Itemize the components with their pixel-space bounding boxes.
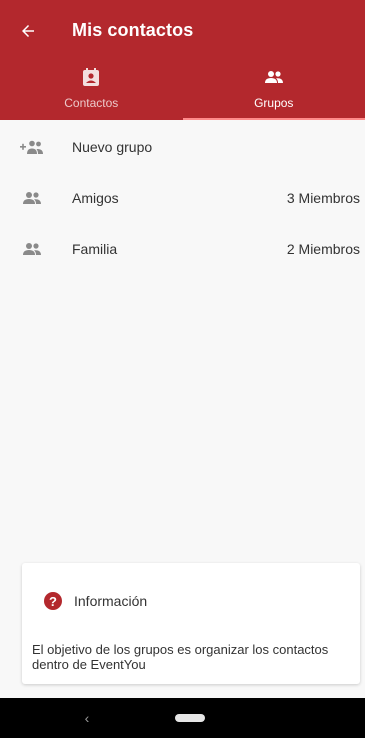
group-list: Nuevo grupo Amigos 3 Miembros Familia 2 … bbox=[0, 121, 365, 274]
info-title: Información bbox=[74, 593, 148, 609]
nav-home-button[interactable] bbox=[175, 714, 205, 722]
system-nav-bar: ‹ bbox=[0, 698, 365, 738]
group-icon bbox=[20, 188, 44, 208]
tab-grupos-label: Grupos bbox=[254, 96, 294, 110]
group-icon bbox=[20, 239, 44, 259]
group-row-amigos[interactable]: Amigos 3 Miembros bbox=[0, 172, 365, 223]
nav-back-button[interactable]: ‹ bbox=[80, 710, 94, 726]
help-circle-icon: ? bbox=[44, 592, 62, 610]
group-row-familia[interactable]: Familia 2 Miembros bbox=[0, 223, 365, 274]
tab-contactos-label: Contactos bbox=[64, 96, 119, 110]
new-group-label: Nuevo grupo bbox=[72, 138, 153, 155]
group-member-count: 3 Miembros bbox=[286, 189, 360, 206]
page-title: Mis contactos bbox=[72, 20, 194, 40]
arrow-left-icon bbox=[22, 25, 34, 37]
info-card: ? Información El objetivo de los grupos … bbox=[22, 563, 360, 684]
info-text: El objetivo de los grupos es organizar l… bbox=[32, 642, 329, 672]
group-name: Familia bbox=[72, 240, 118, 257]
tab-grupos[interactable]: Grupos bbox=[182, 62, 365, 120]
group-member-count: 2 Miembros bbox=[286, 240, 360, 257]
tab-contactos[interactable]: Contactos bbox=[0, 62, 183, 120]
tab-bar: Contactos Grupos bbox=[0, 62, 365, 120]
group-icon bbox=[262, 66, 286, 88]
contact-card-icon bbox=[79, 66, 103, 88]
group-name: Amigos bbox=[72, 189, 119, 206]
title-bar: Mis contactos bbox=[0, 0, 365, 62]
group-add-icon bbox=[20, 137, 44, 157]
back-button[interactable] bbox=[14, 17, 42, 45]
info-header: ? Información bbox=[44, 592, 147, 610]
app-bar: Mis contactos Contactos Grupos bbox=[0, 0, 365, 120]
new-group-row[interactable]: Nuevo grupo bbox=[0, 121, 365, 172]
